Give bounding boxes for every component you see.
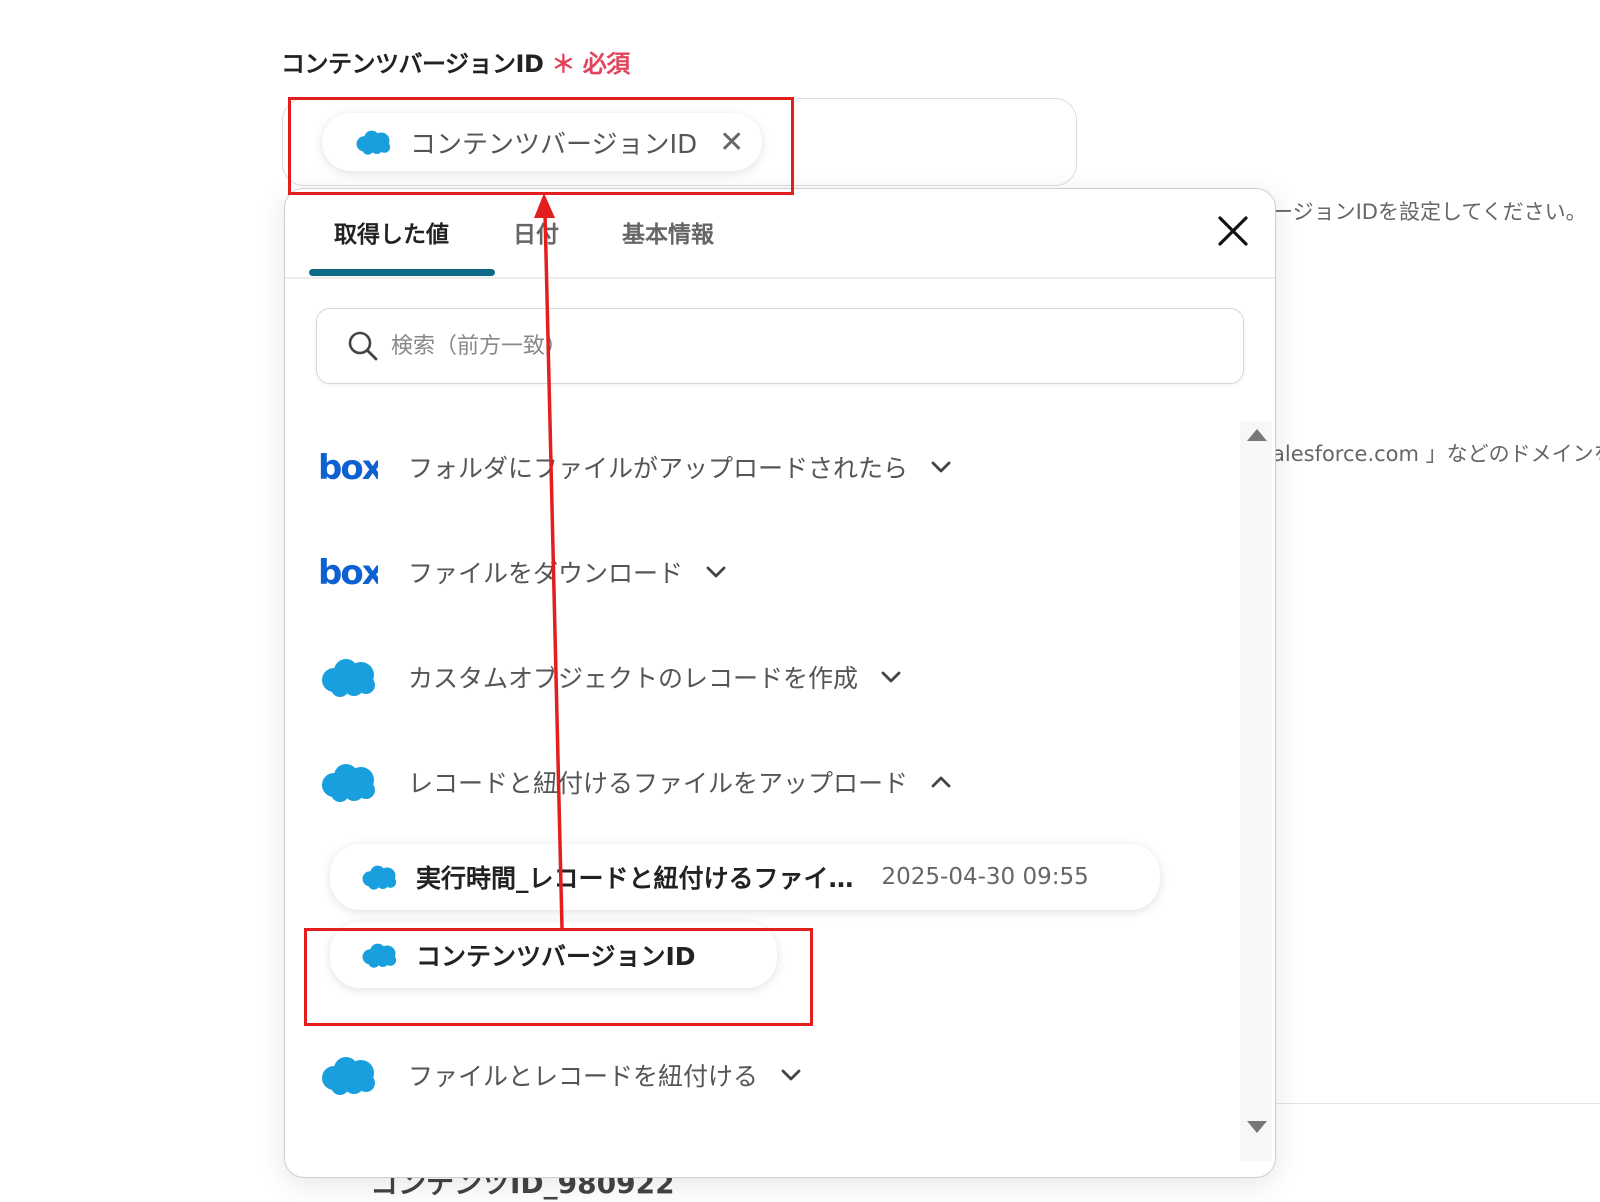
chevron-down-icon[interactable] — [780, 1068, 802, 1082]
annotation-highlight-box — [288, 97, 794, 195]
group-label: レコードと紐付けるファイルをアップロード — [408, 769, 909, 798]
scroll-down-arrow-icon[interactable] — [1247, 1121, 1267, 1133]
value-item-execution-time[interactable]: 実行時間_レコードと紐付けるファイ… 2025-04-30 09:55 — [330, 844, 1160, 910]
chevron-down-icon[interactable] — [880, 670, 902, 684]
tab-fetched-values[interactable]: 取得した値 — [334, 215, 449, 249]
chevron-up-icon[interactable] — [930, 775, 952, 789]
tab-bar: 取得した値 日付 基本情報 — [285, 189, 1275, 279]
search-icon — [348, 331, 378, 361]
group-salesforce-link-file[interactable]: ファイルとレコードを紐付ける — [318, 1053, 802, 1097]
search-box — [316, 308, 1244, 384]
group-box-download[interactable]: ファイルをダウンロード — [318, 553, 727, 591]
help-text: alesforce.com 」などのドメインを — [1272, 442, 1600, 466]
search-input[interactable] — [389, 332, 1193, 360]
box-logo-icon — [318, 553, 378, 591]
field-label-text: コンテンツバージョンID — [281, 50, 544, 78]
group-label: ファイルとレコードを紐付ける — [408, 1062, 759, 1091]
close-icon[interactable] — [1215, 213, 1251, 249]
group-label: ファイルをダウンロード — [408, 559, 684, 588]
tab-date[interactable]: 日付 — [513, 215, 559, 249]
chevron-down-icon[interactable] — [930, 460, 952, 474]
item-value: 2025-04-30 09:55 — [881, 864, 1089, 890]
item-label: 実行時間_レコードと紐付けるファイ… — [416, 864, 854, 893]
value-picker-panel: 取得した値 日付 基本情報 フォルダにファイルがアップロードされたら ファイルを… — [284, 188, 1276, 1178]
salesforce-cloud-icon — [360, 863, 398, 891]
required-badge: ＊ 必須 — [551, 50, 630, 78]
scrollbar[interactable] — [1240, 421, 1272, 1161]
group-salesforce-upload-file[interactable]: レコードと紐付けるファイルをアップロード — [318, 760, 952, 804]
group-label: カスタムオブジェクトのレコードを作成 — [408, 664, 859, 693]
salesforce-cloud-icon — [318, 760, 378, 804]
divider — [1272, 1103, 1600, 1104]
help-text: ージョンIDを設定してください。 — [1272, 200, 1587, 224]
tab-basic-info[interactable]: 基本情報 — [622, 215, 714, 249]
chevron-down-icon[interactable] — [705, 565, 727, 579]
group-label: フォルダにファイルがアップロードされたら — [408, 454, 909, 483]
salesforce-cloud-icon — [318, 1053, 378, 1097]
group-box-folder-upload[interactable]: フォルダにファイルがアップロードされたら — [318, 448, 952, 486]
group-salesforce-create-record[interactable]: カスタムオブジェクトのレコードを作成 — [318, 655, 902, 699]
annotation-highlight-box — [304, 928, 813, 1026]
field-label: コンテンツバージョンID ＊ 必須 — [281, 44, 630, 79]
salesforce-cloud-icon — [318, 655, 378, 699]
scroll-up-arrow-icon[interactable] — [1247, 429, 1267, 441]
active-tab-indicator — [309, 269, 495, 276]
box-logo-icon — [318, 448, 378, 486]
